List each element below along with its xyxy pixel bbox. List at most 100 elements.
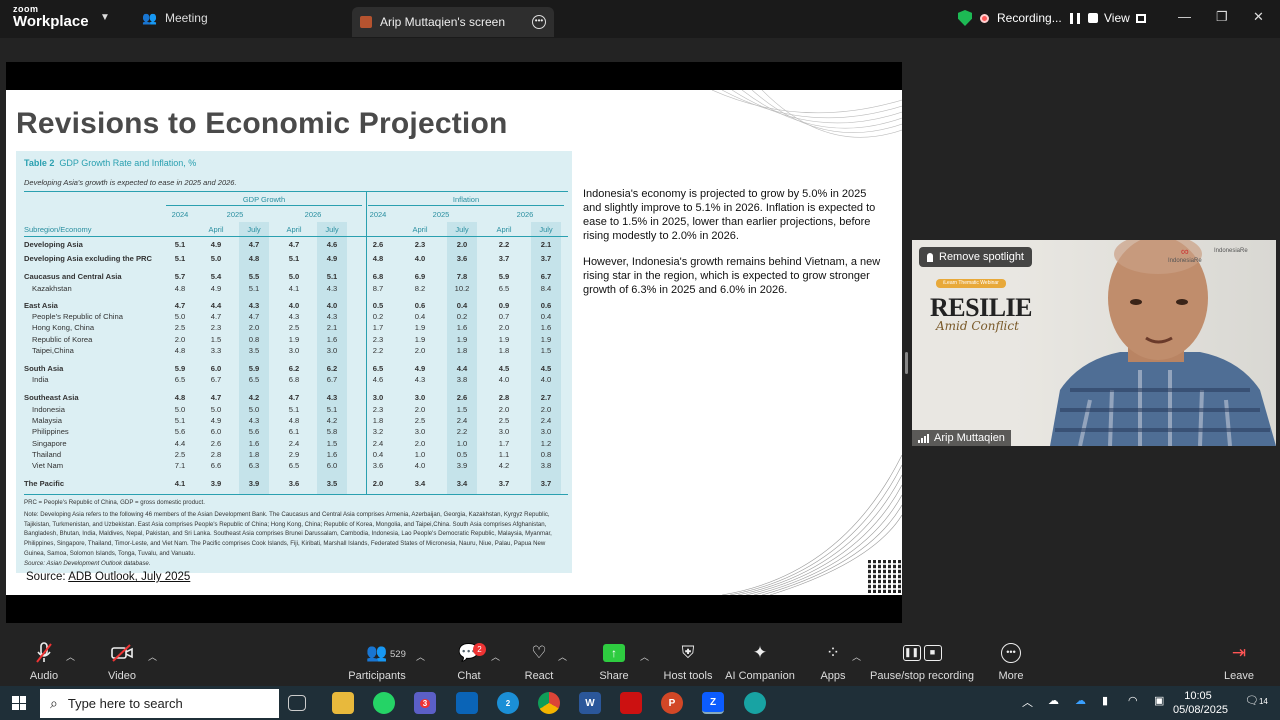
- screen-share-tab[interactable]: Arip Muttaqien's screen •••: [352, 7, 554, 37]
- table-cell: 2.0: [414, 439, 426, 448]
- minimize-icon[interactable]: —: [1178, 9, 1191, 24]
- remove-spotlight-button[interactable]: Remove spotlight: [919, 247, 1032, 267]
- audio-options-caret-icon[interactable]: ︿: [66, 650, 75, 663]
- windows-start-icon[interactable]: [12, 696, 26, 710]
- row-label: People's Republic of China: [32, 312, 123, 321]
- table-cell: 4.7: [248, 240, 260, 249]
- edge-icon[interactable]: 2: [497, 692, 519, 714]
- table-cell: 5.9: [174, 364, 186, 373]
- ai-companion-label: AI Companion: [725, 670, 795, 682]
- outlook-icon[interactable]: [456, 692, 478, 714]
- display-icon[interactable]: ▣: [1154, 694, 1164, 707]
- view-layout-icon: [1135, 13, 1146, 23]
- pause-stop-icon: ❚❚ ■: [870, 640, 974, 666]
- video-options-caret-icon[interactable]: ︿: [148, 650, 157, 663]
- table-cell: 6.5: [498, 284, 510, 293]
- table-row: East Asia 4.7 4.4 4.3 4.0 4.0 0.5 0.6 0.4 0.9 0.6: [16, 301, 572, 312]
- show-hidden-icons-icon[interactable]: ︿: [1022, 694, 1033, 710]
- table-cell: 2.4: [288, 439, 300, 448]
- table-cell: 2.0: [498, 405, 510, 414]
- slide-source: Source: ADB Outlook, July 2025: [26, 571, 191, 583]
- splitter-handle[interactable]: [905, 352, 908, 374]
- table-cell: 0.6: [540, 301, 552, 310]
- powerpoint-icon[interactable]: P: [661, 692, 683, 714]
- file-explorer-icon[interactable]: [332, 692, 354, 714]
- table-cell: 2.2: [456, 427, 468, 436]
- table-cell: 1.9: [498, 335, 510, 344]
- close-icon[interactable]: ✕: [1253, 9, 1264, 25]
- table-cell: 4.0: [540, 375, 552, 384]
- table-cell: 6.8: [288, 375, 300, 384]
- people-icon: 👥: [142, 11, 157, 25]
- taskbar-clock[interactable]: 10:05 05/08/2025: [1173, 689, 1228, 717]
- table-cell: 3.0: [540, 427, 552, 436]
- teams-icon[interactable]: 3: [414, 692, 436, 714]
- share-label: Share: [599, 670, 629, 682]
- whatsapp-icon[interactable]: [373, 692, 395, 714]
- pause-recording-icon[interactable]: [1069, 12, 1080, 24]
- react-button[interactable]: ♡ React: [520, 640, 558, 686]
- table-cell: 2.0: [174, 335, 186, 344]
- shield-icon[interactable]: [958, 10, 972, 26]
- table-cell: 6.7: [210, 375, 222, 384]
- apps-button[interactable]: ⁘ Apps: [814, 640, 852, 686]
- table-cell: 4.3: [414, 375, 426, 384]
- apps-caret-icon[interactable]: ︿: [852, 650, 861, 663]
- ai-companion-button[interactable]: ✦ AI Companion: [724, 640, 796, 686]
- more-button[interactable]: ••• More: [992, 640, 1030, 686]
- notification-icon[interactable]: 🗨14: [1245, 694, 1268, 707]
- table-cell: 4.0: [288, 301, 300, 310]
- participants-caret-icon[interactable]: ︿: [416, 650, 425, 663]
- audio-button[interactable]: Audio: [22, 640, 66, 686]
- table-cell: 7.8: [456, 272, 468, 281]
- chevron-down-icon[interactable]: ▼: [100, 12, 110, 23]
- participants-button[interactable]: 👥 Participants: [346, 640, 408, 686]
- table-cell: 3.5: [326, 479, 338, 488]
- task-view-icon[interactable]: [288, 695, 306, 711]
- zoom-workplace-logo[interactable]: zoom Workplace: [13, 5, 89, 30]
- table-cell: 1.6: [456, 323, 468, 332]
- view-button[interactable]: View: [1104, 11, 1146, 25]
- participants-label: Participants: [348, 670, 406, 682]
- table-cell: 2.6: [210, 439, 222, 448]
- table-cell: 2.8: [498, 393, 510, 402]
- restore-icon[interactable]: ❐: [1216, 9, 1228, 25]
- word-icon[interactable]: W: [579, 692, 601, 714]
- onedrive-icon[interactable]: ☁: [1075, 694, 1086, 707]
- taskbar-search-box[interactable]: ⌕ Type here to search: [40, 689, 279, 718]
- wifi-icon[interactable]: ◠: [1128, 694, 1138, 707]
- share-caret-icon[interactable]: ︿: [640, 650, 649, 663]
- video-button[interactable]: Video: [100, 640, 144, 686]
- table-cell: 4.3: [288, 312, 300, 321]
- zoom-taskbar-icon[interactable]: Z: [702, 692, 724, 714]
- table-top-rule: [24, 191, 568, 192]
- usb-icon[interactable]: ▮: [1102, 694, 1108, 707]
- chat-caret-icon[interactable]: ︿: [491, 650, 500, 663]
- participant-video-tile[interactable]: iLearn Thematic Webinar RESILIE Amid Con…: [912, 240, 1276, 446]
- clock-time: 10:05: [1184, 690, 1212, 702]
- month-header: April: [496, 225, 512, 234]
- table-cell: 4.5: [498, 364, 510, 373]
- video-label: Video: [108, 670, 136, 682]
- table-cell: 2.5: [414, 416, 426, 425]
- table-cell: 4.7: [210, 393, 222, 402]
- windows-taskbar: ⌕ Type here to search 3 2 W P Z ︿ ☁ ☁ ▮ …: [0, 686, 1280, 720]
- pause-stop-recording-button[interactable]: ❚❚ ■ Pause/stop recording: [870, 640, 974, 686]
- more-options-icon[interactable]: •••: [532, 15, 546, 29]
- edge-dev-icon[interactable]: [744, 692, 766, 714]
- share-button[interactable]: ↑ Share: [594, 640, 634, 686]
- network-sync-icon[interactable]: ☁: [1048, 694, 1059, 707]
- chrome-icon[interactable]: [538, 692, 560, 714]
- table-cell: 4.0: [414, 254, 426, 263]
- host-tools-button[interactable]: ⛨ Host tools: [660, 640, 716, 686]
- react-caret-icon[interactable]: ︿: [558, 650, 567, 663]
- meeting-tab[interactable]: 👥 Meeting: [142, 11, 208, 25]
- acrobat-icon[interactable]: [620, 692, 642, 714]
- leave-button[interactable]: ⇥ Leave: [1220, 640, 1258, 686]
- source-link[interactable]: ADB Outlook, July 2025: [68, 571, 190, 583]
- table-cell: 2.5: [174, 323, 186, 332]
- stop-recording-icon[interactable]: [1087, 13, 1098, 23]
- row-label: Taipei,China: [32, 346, 74, 355]
- table-cell: 3.4: [414, 479, 426, 488]
- table-cell: 6.1: [288, 427, 300, 436]
